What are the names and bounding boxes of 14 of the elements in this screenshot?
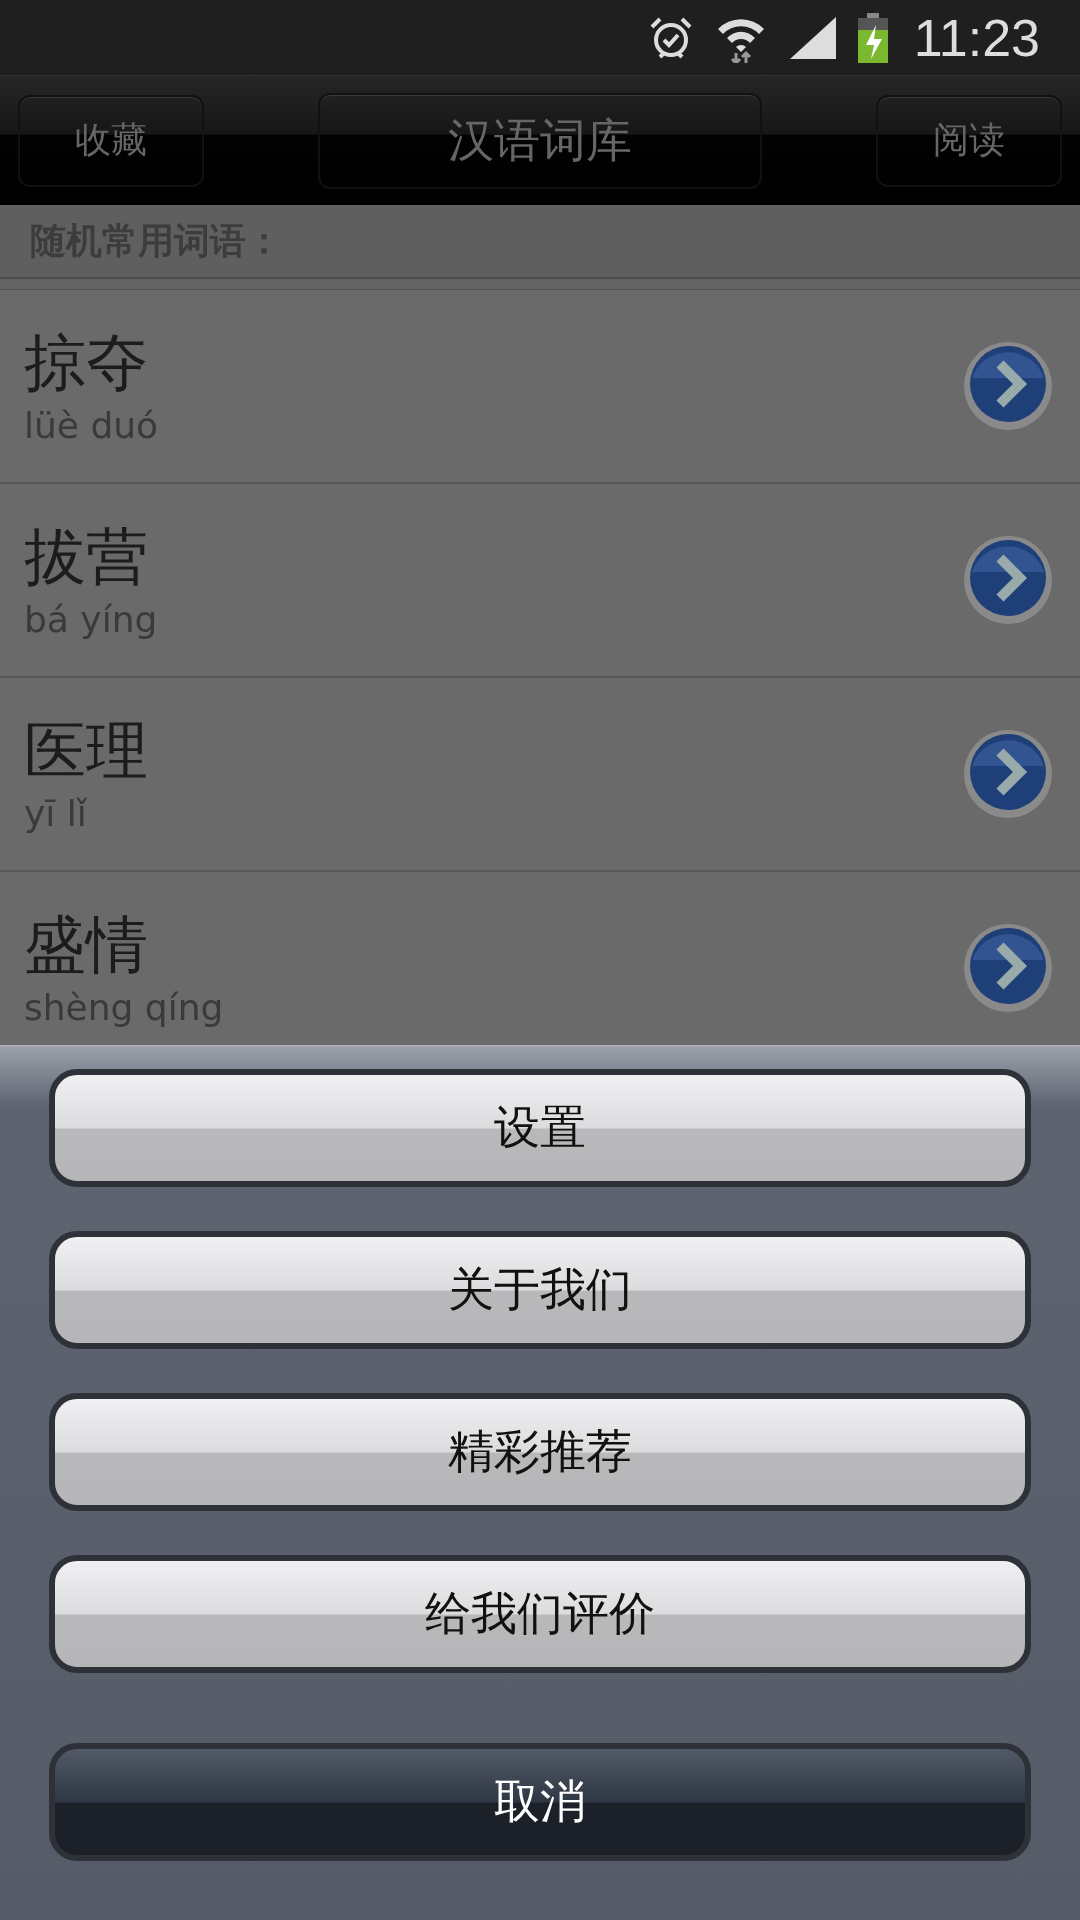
battery-charging-icon (857, 12, 888, 63)
menu-button[interactable]: 给我们评价 (49, 1555, 1031, 1673)
read-button[interactable]: 阅读 (876, 94, 1062, 187)
menu-button[interactable]: 关于我们 (49, 1231, 1031, 1349)
word-text: 掠夺 (24, 326, 149, 401)
menu-button[interactable]: 精彩推荐 (49, 1393, 1031, 1511)
word-text: 医理 (24, 714, 148, 789)
menu-button[interactable]: 设置 (49, 1069, 1031, 1187)
app-title: 汉语词库 (318, 92, 762, 189)
word-text: 拔营 (24, 520, 149, 595)
clock: 11:23 (913, 7, 1040, 68)
favorites-button[interactable]: 收藏 (18, 94, 204, 187)
cancel-button[interactable]: 取消 (49, 1743, 1031, 1861)
word-text: 盛情 (24, 908, 149, 983)
